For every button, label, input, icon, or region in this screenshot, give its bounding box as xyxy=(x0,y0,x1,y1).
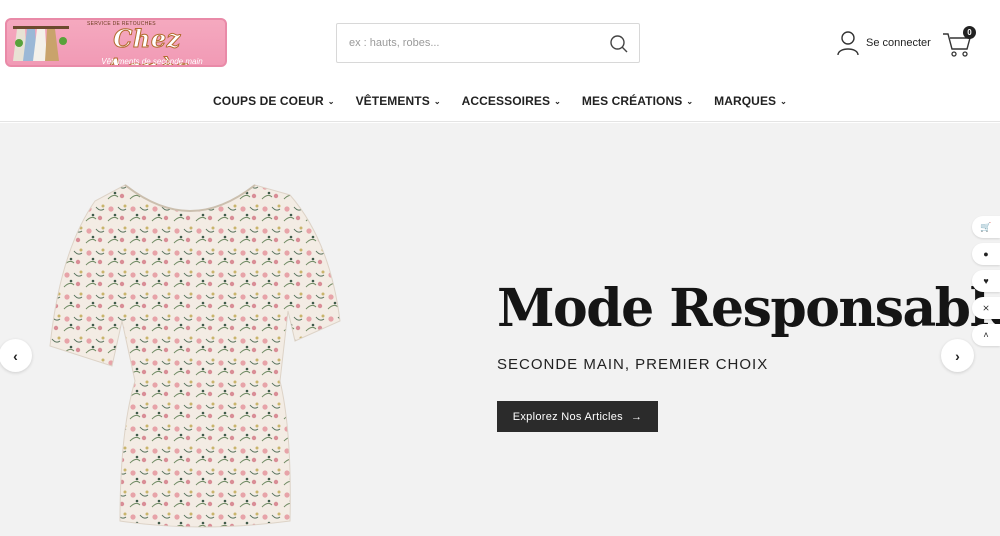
nav-item-label: COUPS DE COEUR xyxy=(213,94,324,108)
side-cart-button[interactable]: 🛒 xyxy=(972,216,1000,238)
side-compare-button[interactable]: ⨯ xyxy=(972,297,1000,319)
heart-icon: ♥ xyxy=(983,276,989,286)
chevron-down-icon: ⌄ xyxy=(554,97,561,106)
main-nav: COUPS DE COEUR ⌄ VÊTEMENTS ⌄ ACCESSOIRES… xyxy=(0,92,1000,110)
hero-slider: Mode Responsable SECONDE MAIN, PREMIER C… xyxy=(0,123,1000,536)
search-input[interactable] xyxy=(349,24,599,62)
side-scroll-top-button[interactable]: ˄ xyxy=(972,324,1000,346)
hero-subtitle: SECONDE MAIN, PREMIER CHOIX xyxy=(497,356,769,373)
explore-articles-button[interactable]: Explorez Nos Articles → xyxy=(497,401,658,432)
chevron-right-icon: › xyxy=(955,347,960,364)
nav-item-accessoires[interactable]: ACCESSOIRES ⌄ xyxy=(462,92,561,110)
chevron-down-icon: ⌄ xyxy=(327,97,335,106)
user-icon xyxy=(837,31,859,56)
nav-item-marques[interactable]: MARQUES ⌄ xyxy=(714,92,787,110)
cart-count-badge: 0 xyxy=(963,26,976,39)
nav-item-label: ACCESSOIRES xyxy=(461,94,551,108)
logo-subtitle: Vêtements de seconde main xyxy=(101,57,203,66)
cart-icon: 🛒 xyxy=(980,221,992,232)
nav-item-coups-de-coeur[interactable]: COUPS DE COEUR ⌄ xyxy=(213,92,335,110)
cart-button[interactable]: 0 xyxy=(942,26,976,58)
arrow-right-icon: → xyxy=(630,410,643,423)
login-link[interactable]: Se connecter xyxy=(836,30,931,56)
chevron-left-icon: ‹ xyxy=(13,347,18,364)
chevron-up-icon: ˄ xyxy=(983,330,989,340)
clothes-rack-icon xyxy=(13,26,69,61)
floral-blouse-image xyxy=(49,184,341,528)
nav-item-label: MES CRÉATIONS xyxy=(581,94,683,108)
chevron-down-icon: ⌄ xyxy=(780,97,787,106)
explore-articles-label: Explorez Nos Articles xyxy=(512,410,623,423)
slider-next-button[interactable]: › xyxy=(941,339,974,372)
nav-item-vetements[interactable]: VÊTEMENTS ⌄ xyxy=(356,92,441,110)
side-toolbar: 🛒 ● ♥ ⨯ ˄ xyxy=(972,216,1000,346)
shuffle-icon: ⨯ xyxy=(982,302,990,313)
hero-title: Mode Responsable xyxy=(497,278,1000,339)
nav-item-label: MARQUES xyxy=(714,94,777,108)
nav-item-label: VÊTEMENTS xyxy=(355,94,430,108)
side-account-button[interactable]: ● xyxy=(972,243,1000,265)
nav-item-mes-creations[interactable]: MES CRÉATIONS ⌄ xyxy=(582,92,693,110)
search-icon[interactable] xyxy=(609,34,629,54)
chevron-down-icon: ⌄ xyxy=(686,97,694,106)
login-label: Se connecter xyxy=(866,37,931,49)
logo[interactable]: SERVICE DE RETOUCHES Chez Agnès Vêtement… xyxy=(5,18,227,67)
user-icon: ● xyxy=(983,249,989,259)
site-header: SERVICE DE RETOUCHES Chez Agnès Vêtement… xyxy=(0,0,1000,122)
search-box xyxy=(336,23,640,63)
side-wishlist-button[interactable]: ♥ xyxy=(972,270,1000,292)
chevron-down-icon: ⌄ xyxy=(433,97,441,106)
slider-prev-button[interactable]: ‹ xyxy=(0,339,32,372)
